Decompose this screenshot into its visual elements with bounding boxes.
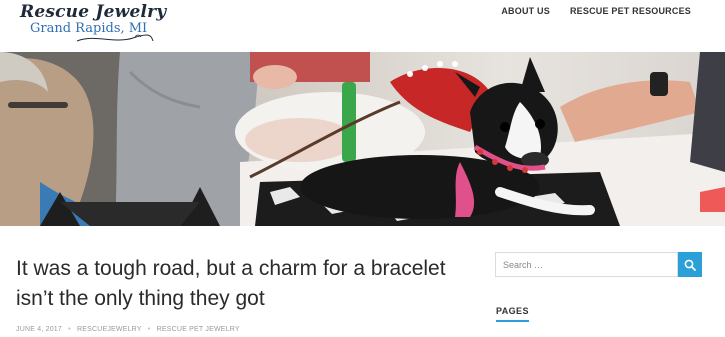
post-meta: JUNE 4, 2017 • RESCUEJEWELRY • RESCUE PE… <box>16 326 244 333</box>
search-input[interactable] <box>495 252 678 277</box>
post-author[interactable]: RESCUEJEWELRY <box>77 326 142 333</box>
site-title[interactable]: Rescue Jewelry <box>20 2 166 22</box>
post-date[interactable]: JUNE 4, 2017 <box>16 326 62 333</box>
meta-separator: • <box>147 326 151 333</box>
hero-image <box>0 52 725 226</box>
nav-item-about-us[interactable]: ABOUT US <box>501 6 550 16</box>
logo-swash-icon <box>76 34 154 42</box>
site-logo[interactable]: Rescue Jewelry Grand Rapids, MI <box>20 2 166 48</box>
post-title[interactable]: It was a tough road, but a charm for a b… <box>16 254 456 314</box>
site-header: Rescue Jewelry Grand Rapids, MI ABOUT US… <box>0 0 725 52</box>
post-category[interactable]: RESCUE PET JEWELRY <box>157 326 240 333</box>
pages-widget-title: PAGES <box>496 306 529 322</box>
nav-item-rescue-pet-resources[interactable]: RESCUE PET RESOURCES <box>570 6 691 16</box>
search-button[interactable] <box>678 252 702 277</box>
hero-photo-dogs <box>0 52 725 226</box>
main-nav: ABOUT US RESCUE PET RESOURCES <box>501 6 691 16</box>
search-icon <box>684 259 696 271</box>
search-form <box>495 252 702 277</box>
meta-separator: • <box>68 326 71 333</box>
